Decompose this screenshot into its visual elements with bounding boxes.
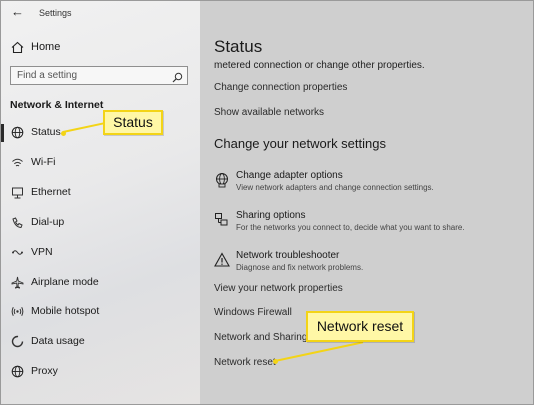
sidebar-item-label: Mobile hotspot: [31, 305, 100, 317]
adapter-icon: [214, 172, 230, 193]
title-bar: ← Settings: [1, 1, 200, 25]
option-title: Change adapter options: [236, 170, 343, 181]
sidebar-item-ethernet[interactable]: Ethernet: [1, 182, 200, 204]
option-description: Diagnose and fix network problems.: [236, 263, 364, 272]
page-title: Status: [214, 37, 263, 56]
show-available-networks-link[interactable]: Show available networks: [214, 107, 324, 118]
search-icon[interactable]: [172, 70, 183, 88]
network-troubleshooter[interactable]: Network troubleshooter Diagnose and fix …: [214, 250, 524, 278]
sidebar-item-label: VPN: [31, 246, 53, 258]
network-reset-link[interactable]: Network reset: [214, 357, 276, 368]
sharing-options[interactable]: Sharing options For the networks you con…: [214, 210, 524, 238]
network-sharing-center-link[interactable]: Network and Sharing C: [214, 332, 317, 343]
sidebar-item-dialup[interactable]: Dial-up: [1, 212, 200, 234]
sidebar: ← Settings Home Network & Internet Statu…: [1, 1, 200, 404]
vpn-icon: [11, 246, 25, 260]
search-input[interactable]: [17, 69, 167, 82]
warning-icon: [214, 252, 230, 273]
sidebar-item-label: Wi-Fi: [31, 156, 56, 168]
sidebar-item-label: Status: [31, 126, 61, 138]
status-callout: Status: [103, 110, 163, 135]
main-panel: Status metered connection or change othe…: [200, 1, 533, 404]
airplane-icon: [11, 276, 25, 290]
dialup-icon: [11, 216, 25, 230]
wifi-icon: [11, 156, 25, 170]
home-icon: [11, 41, 24, 59]
home-link[interactable]: Home: [1, 38, 200, 58]
window-title: Settings: [39, 8, 72, 18]
option-title: Network troubleshooter: [236, 250, 340, 261]
sharing-icon: [214, 212, 230, 233]
sidebar-item-status[interactable]: Status: [1, 122, 200, 144]
back-arrow-icon[interactable]: ←: [11, 4, 24, 19]
sidebar-item-vpn[interactable]: VPN: [1, 242, 200, 264]
sidebar-item-label: Dial-up: [31, 216, 65, 228]
data-usage-icon: [11, 335, 25, 349]
windows-firewall-link[interactable]: Windows Firewall: [214, 307, 292, 318]
view-network-properties-link[interactable]: View your network properties: [214, 283, 343, 294]
option-description: For the networks you connect to, decide …: [236, 223, 465, 232]
option-description: View network adapters and change connect…: [236, 183, 434, 192]
section-heading: Change your network settings: [214, 136, 386, 151]
option-title: Sharing options: [236, 210, 306, 221]
sidebar-item-label: Airplane mode: [31, 276, 99, 288]
proxy-globe-icon: [11, 365, 25, 379]
section-title: Network & Internet: [10, 99, 104, 111]
change-adapter-options[interactable]: Change adapter options View network adap…: [214, 170, 524, 198]
sidebar-item-label: Proxy: [31, 365, 58, 377]
sidebar-item-label: Ethernet: [31, 186, 71, 198]
sidebar-item-label: Data usage: [31, 335, 85, 347]
change-connection-properties-link[interactable]: Change connection properties: [214, 82, 347, 93]
status-callout-dot: [61, 131, 66, 136]
sidebar-item-airplane-mode[interactable]: Airplane mode: [1, 272, 200, 294]
search-box[interactable]: [10, 66, 188, 85]
network-reset-callout: Network reset: [306, 311, 414, 342]
sidebar-item-wifi[interactable]: Wi-Fi: [1, 152, 200, 174]
sidebar-item-proxy[interactable]: Proxy: [1, 361, 200, 383]
globe-icon: [11, 126, 25, 140]
sidebar-item-mobile-hotspot[interactable]: Mobile hotspot: [1, 301, 200, 323]
network-reset-callout-dot: [273, 359, 278, 364]
metered-text: metered connection or change other prope…: [214, 60, 425, 71]
sidebar-item-data-usage[interactable]: Data usage: [1, 331, 200, 353]
settings-window: ← Settings Home Network & Internet Statu…: [0, 0, 534, 405]
hotspot-icon: [11, 305, 25, 319]
ethernet-icon: [11, 186, 25, 200]
home-label: Home: [31, 41, 61, 53]
